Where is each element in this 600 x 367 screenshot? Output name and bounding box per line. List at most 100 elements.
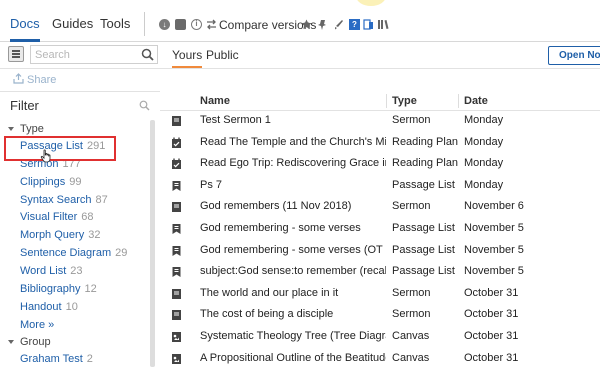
cell-name: Read The Temple and the Church's Missi..… xyxy=(200,135,386,148)
info-icon[interactable]: i xyxy=(191,19,202,30)
reading-plan-icon xyxy=(171,137,182,149)
cell-name: Read Ego Trip: Rediscovering Grace in a.… xyxy=(200,157,386,170)
canvas-icon xyxy=(171,331,182,343)
column-header-date[interactable]: Date xyxy=(464,92,488,110)
help-icon[interactable]: ? xyxy=(349,19,360,30)
cell-date: October 31 xyxy=(464,286,519,299)
table-row[interactable]: Ps 7 Passage List Monday xyxy=(160,176,600,198)
filter-group-type[interactable]: Type xyxy=(8,123,44,135)
cell-type: Canvas xyxy=(392,351,430,364)
search-icon[interactable] xyxy=(139,100,150,111)
compare-icon[interactable] xyxy=(206,19,217,30)
search-field[interactable] xyxy=(30,45,158,64)
filter-item-label: Visual Filter xyxy=(20,211,78,223)
cell-date: Monday xyxy=(464,114,504,126)
cell-type: Sermon xyxy=(392,200,431,213)
filter-item-sentence-diagram[interactable]: Sentence Diagram 29 xyxy=(20,247,127,259)
cell-date: October 31 xyxy=(464,308,519,321)
filter-item-label: Sentence Diagram xyxy=(20,247,112,259)
cell-type: Reading Plan xyxy=(392,135,458,148)
filter-item-syntax-search[interactable]: Syntax Search 87 xyxy=(20,194,108,206)
table-row[interactable]: subject:God sense:to remember (recall) i… xyxy=(160,262,600,284)
cell-type: Passage List xyxy=(392,265,455,278)
cell-type: Passage List xyxy=(392,222,455,234)
star-icon[interactable] xyxy=(301,19,312,30)
cell-date: Monday xyxy=(464,157,504,170)
filter-item-count: 12 xyxy=(84,283,97,295)
filter-item-label: Bibliography xyxy=(20,283,81,295)
open-notes-button[interactable]: Open Notes xyxy=(548,46,600,65)
filter-item-visual-filter[interactable]: Visual Filter 68 xyxy=(20,211,94,223)
cell-type: Canvas xyxy=(392,330,430,342)
highlight-box xyxy=(4,136,116,161)
cell-type: Sermon xyxy=(392,114,431,126)
search-icon[interactable] xyxy=(141,48,154,61)
filter-item-label: Word List xyxy=(20,265,67,277)
filter-item-count: 23 xyxy=(70,265,83,277)
menu-button[interactable] xyxy=(8,46,24,62)
sermon-icon xyxy=(171,201,182,213)
tab-guides[interactable]: Guides xyxy=(52,0,93,42)
column-divider[interactable] xyxy=(386,94,387,108)
table-row[interactable]: Read The Temple and the Church's Missi..… xyxy=(160,133,600,155)
library-icon[interactable] xyxy=(378,19,389,30)
filter-item-label: Morph Query xyxy=(20,229,85,241)
cell-type: Sermon xyxy=(392,308,431,321)
search-input[interactable] xyxy=(31,46,139,63)
filter-item-label: Syntax Search xyxy=(20,194,92,206)
table-row[interactable]: A Propositional Outline of the Beatitude… xyxy=(160,349,600,367)
cell-name: The cost of being a disciple xyxy=(200,308,334,321)
table-row[interactable]: Test Sermon 1 Sermon Monday xyxy=(160,111,600,133)
reading-plan-icon xyxy=(171,158,182,170)
filter-item-label: Graham Test xyxy=(20,353,83,365)
cell-type: Passage List xyxy=(392,178,455,191)
filter-item-count: 29 xyxy=(115,247,128,259)
filter-item-count: 87 xyxy=(95,194,108,206)
filter-item-count: 10 xyxy=(65,301,78,313)
table-row[interactable]: Read Ego Trip: Rediscovering Grace in a.… xyxy=(160,154,600,176)
filter-item-count: 32 xyxy=(88,229,101,241)
cell-name: Ps 7 xyxy=(200,178,223,191)
table-row[interactable]: God remembering - some verses (OT an... P… xyxy=(160,241,600,263)
canvas-icon xyxy=(171,353,182,365)
panel-icon[interactable] xyxy=(175,19,186,30)
table-row[interactable]: The world and our place in it Sermon Octob… xyxy=(160,284,600,306)
cell-name: Test Sermon 1 xyxy=(200,114,271,126)
cell-date: November 5 xyxy=(464,265,524,278)
cell-name: God remembers (11 Nov 2018) xyxy=(200,200,352,213)
brush-icon[interactable] xyxy=(333,19,344,30)
filter-item-word-list[interactable]: Word List 23 xyxy=(20,265,83,277)
column-divider[interactable] xyxy=(458,94,459,108)
more-link[interactable]: More » xyxy=(20,319,54,331)
tab-public[interactable]: Public xyxy=(206,42,239,68)
tab-yours[interactable]: Yours xyxy=(172,42,203,68)
tab-tools[interactable]: Tools xyxy=(100,0,130,42)
table-row[interactable]: God remembers (11 Nov 2018) Sermon Novembe… xyxy=(160,197,600,219)
filter-item-graham-test[interactable]: Graham Test 2 xyxy=(20,353,93,365)
table-row[interactable]: The cost of being a disciple Sermon Octobe… xyxy=(160,305,600,327)
filter-item-handout[interactable]: Handout 10 xyxy=(20,301,78,313)
filter-item-bibliography[interactable]: Bibliography 12 xyxy=(20,283,97,295)
download-icon[interactable]: ↓ xyxy=(159,19,170,30)
table-row[interactable]: Systematic Theology Tree (Tree Diagram) C… xyxy=(160,327,600,349)
scrollbar[interactable] xyxy=(150,120,155,367)
filter-item-count: 99 xyxy=(69,176,82,188)
share-button[interactable]: Share xyxy=(13,73,56,86)
bookmark-icon[interactable] xyxy=(363,19,374,30)
filter-group-group[interactable]: Group xyxy=(8,336,51,348)
cell-date: November 5 xyxy=(464,222,524,234)
divider xyxy=(0,91,160,92)
column-header-type[interactable]: Type xyxy=(392,92,417,110)
passage-list-icon xyxy=(171,223,182,235)
filter-item-count: 2 xyxy=(86,353,93,365)
pin-icon[interactable] xyxy=(317,19,328,30)
cell-name: The world and our place in it xyxy=(200,286,339,299)
table-row[interactable]: God remembering - some verses Passage Lis… xyxy=(160,219,600,241)
cell-date: Monday xyxy=(464,178,504,191)
hand-cursor-icon xyxy=(40,149,51,163)
filter-item-clippings[interactable]: Clippings 99 xyxy=(20,176,82,188)
tab-docs[interactable]: Docs xyxy=(10,0,40,42)
filter-item-morph-query[interactable]: Morph Query 32 xyxy=(20,229,100,241)
filter-item-label: Handout xyxy=(20,301,62,313)
column-header-name[interactable]: Name xyxy=(200,92,230,110)
